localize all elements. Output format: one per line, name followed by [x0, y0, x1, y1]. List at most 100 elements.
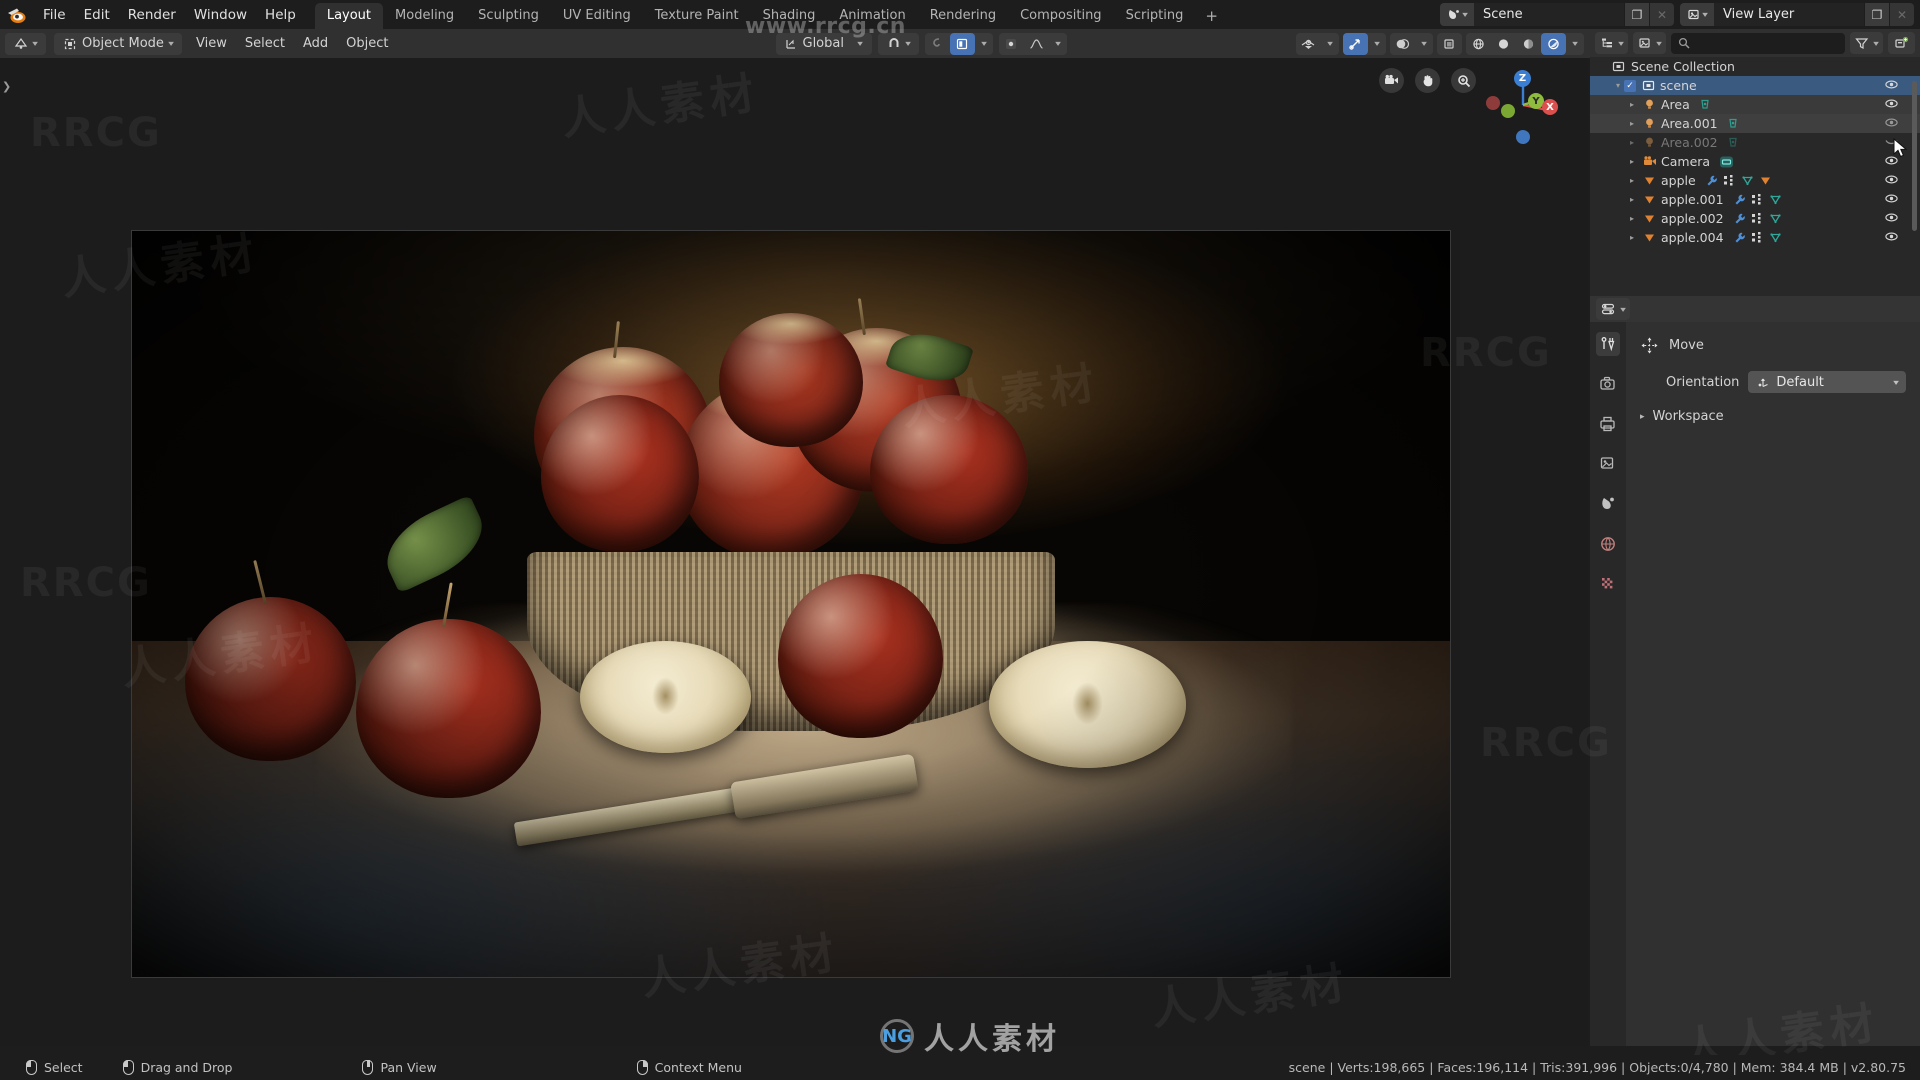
gizmo-axis-neg-y[interactable] — [1501, 104, 1515, 118]
modifier-wrench-icon[interactable] — [1733, 193, 1746, 206]
properties-tab-render[interactable] — [1596, 372, 1620, 396]
camera-view-icon[interactable] — [1379, 68, 1404, 93]
mesh-data-icon[interactable] — [1769, 231, 1782, 244]
disclosure-triangle-icon[interactable]: ▸ — [1626, 195, 1638, 204]
disclosure-triangle-icon[interactable]: ▸ — [1626, 100, 1638, 109]
disclosure-triangle-icon[interactable]: ▸ — [1626, 157, 1638, 166]
view-layer-name[interactable]: View Layer — [1714, 3, 1864, 26]
view-layer-icon[interactable]: ▾ — [1680, 3, 1714, 26]
menu-window[interactable]: Window — [185, 5, 256, 25]
menu-edit[interactable]: Edit — [75, 5, 119, 25]
gizmo-axis-z[interactable]: Z — [1514, 70, 1531, 87]
outliner-row-scene-collection[interactable]: Scene Collection — [1590, 57, 1920, 76]
light-data-icon[interactable] — [1699, 98, 1712, 111]
camera-data-icon[interactable] — [1719, 155, 1734, 169]
blender-logo-icon[interactable] — [6, 4, 28, 26]
disclosure-triangle-icon[interactable]: ▸ — [1626, 119, 1638, 128]
properties-editor[interactable]: ▾ Move Orientation Default ▾ ▸ Workspace — [1590, 296, 1920, 1046]
shading-material-icon[interactable] — [1516, 33, 1541, 55]
scene-name[interactable]: Scene — [1474, 3, 1624, 26]
object-mode-dropdown[interactable]: Object Mode ▾ — [54, 32, 183, 55]
disclosure-triangle-icon[interactable]: ▸ — [1626, 138, 1638, 147]
shading-rendered-icon[interactable] — [1541, 32, 1566, 55]
particles-icon[interactable] — [1751, 212, 1764, 225]
gizmo-icon[interactable] — [1343, 32, 1368, 55]
menu-help[interactable]: Help — [256, 5, 305, 25]
proportional-edit-icon[interactable] — [925, 33, 950, 55]
navigation-gizmo[interactable]: Z Y X — [1484, 66, 1562, 144]
scene-selector[interactable]: ▾ Scene ❐ ✕ — [1440, 3, 1674, 26]
visibility-eye-icon[interactable] — [1885, 116, 1898, 131]
menu-file[interactable]: File — [34, 5, 75, 25]
properties-tab-texture[interactable] — [1596, 572, 1620, 596]
view-layer-new-copy-icon[interactable]: ❐ — [1865, 3, 1889, 26]
properties-tab-output[interactable] — [1596, 412, 1620, 436]
modifier-wrench-icon[interactable] — [1733, 212, 1746, 225]
outliner-row-apple[interactable]: ▸ apple — [1590, 171, 1920, 190]
mesh-data-icon[interactable] — [1769, 193, 1782, 206]
viewport-menu-object[interactable]: Object — [337, 33, 397, 55]
collection-checkbox[interactable]: ✓ — [1624, 79, 1636, 92]
scene-new-copy-icon[interactable]: ❐ — [1625, 3, 1649, 26]
gizmo-axis-neg-x[interactable] — [1486, 96, 1500, 110]
falloff-curve-icon[interactable] — [1024, 33, 1049, 55]
visibility-eye-icon[interactable] — [1296, 33, 1321, 55]
viewport-menu-select[interactable]: Select — [236, 33, 294, 55]
chevron-down-icon[interactable]: ▾ — [1415, 33, 1433, 55]
editor-type-3dview-icon[interactable]: ▾ — [5, 32, 47, 55]
3d-viewport[interactable]: ❯ Z Y X — [0, 58, 1588, 1046]
properties-tab-scene[interactable] — [1596, 492, 1620, 516]
editor-type-outliner-icon[interactable]: ▾ — [1595, 32, 1629, 54]
disclosure-triangle-icon[interactable]: ▸ — [1626, 176, 1638, 185]
chevron-down-icon[interactable]: ▾ — [1321, 33, 1339, 55]
tab-modeling[interactable]: Modeling — [383, 3, 466, 29]
proportional-falloff-dot-icon[interactable] — [999, 33, 1024, 55]
chevron-down-icon[interactable]: ▾ — [975, 33, 993, 55]
tab-compositing[interactable]: Compositing — [1008, 3, 1114, 29]
modifier-wrench-icon[interactable] — [1705, 174, 1718, 187]
properties-tab-world[interactable] — [1596, 532, 1620, 556]
disclosure-triangle-icon[interactable]: ▸ — [1640, 412, 1645, 422]
tab-rendering[interactable]: Rendering — [918, 3, 1008, 29]
chevron-down-icon[interactable]: ▾ — [1049, 33, 1067, 55]
disclosure-triangle-icon[interactable]: ▸ — [1626, 214, 1638, 223]
properties-tab-tool[interactable] — [1596, 332, 1620, 356]
chevron-down-icon[interactable]: ▾ — [1566, 33, 1584, 55]
light-data-icon[interactable] — [1727, 117, 1740, 130]
disclosure-triangle-icon[interactable]: ▸ — [1626, 233, 1638, 242]
tab-layout[interactable]: Layout — [314, 3, 384, 29]
scene-icon[interactable]: ▾ — [1440, 3, 1474, 26]
outliner-row-camera[interactable]: ▸ Camera — [1590, 152, 1920, 171]
outliner-scrollbar[interactable] — [1912, 81, 1917, 231]
filter-funnel-icon[interactable]: ▾ — [1849, 32, 1883, 54]
outliner-row-area[interactable]: ▸ Area — [1590, 95, 1920, 114]
new-collection-icon[interactable] — [1888, 32, 1915, 54]
gizmo-axis-neg-z[interactable] — [1516, 130, 1530, 144]
overlays-icon[interactable] — [1390, 33, 1415, 55]
outliner-row-apple-002[interactable]: ▸ apple.002 — [1590, 209, 1920, 228]
outliner-display-mode-dropdown[interactable]: ▾ — [1633, 32, 1667, 54]
orientation-dropdown[interactable]: Default ▾ — [1748, 371, 1906, 393]
tab-scripting[interactable]: Scripting — [1114, 3, 1196, 29]
outliner-row-area-001[interactable]: ▸ Area.001 — [1590, 114, 1920, 133]
tab-sculpting[interactable]: Sculpting — [466, 3, 551, 29]
zoom-magnifier-icon[interactable] — [1451, 68, 1476, 93]
particles-icon[interactable] — [1751, 193, 1764, 206]
pan-hand-icon[interactable] — [1415, 68, 1440, 93]
visibility-eye-icon[interactable] — [1885, 173, 1898, 188]
viewport-menu-add[interactable]: Add — [294, 33, 337, 55]
shading-wireframe-icon[interactable] — [1466, 33, 1491, 55]
visibility-eye-icon[interactable] — [1885, 78, 1898, 93]
xray-toggle-icon[interactable] — [1437, 33, 1462, 55]
particles-icon[interactable] — [1723, 174, 1736, 187]
workspace-panel-header[interactable]: ▸ Workspace — [1640, 409, 1906, 424]
tab-uv-editing[interactable]: UV Editing — [551, 3, 643, 29]
view-layer-unlink-x-icon[interactable]: ✕ — [1890, 3, 1914, 26]
proportional-edit-object-icon[interactable] — [949, 32, 975, 55]
disclosure-triangle-icon[interactable]: ▾ — [1612, 81, 1624, 90]
add-workspace-button[interactable]: + — [1195, 3, 1228, 29]
gizmo-axis-x[interactable]: X — [1542, 99, 1558, 115]
material-icon[interactable] — [1759, 174, 1772, 187]
modifier-wrench-icon[interactable] — [1733, 231, 1746, 244]
viewport-menu-view[interactable]: View — [187, 33, 236, 55]
